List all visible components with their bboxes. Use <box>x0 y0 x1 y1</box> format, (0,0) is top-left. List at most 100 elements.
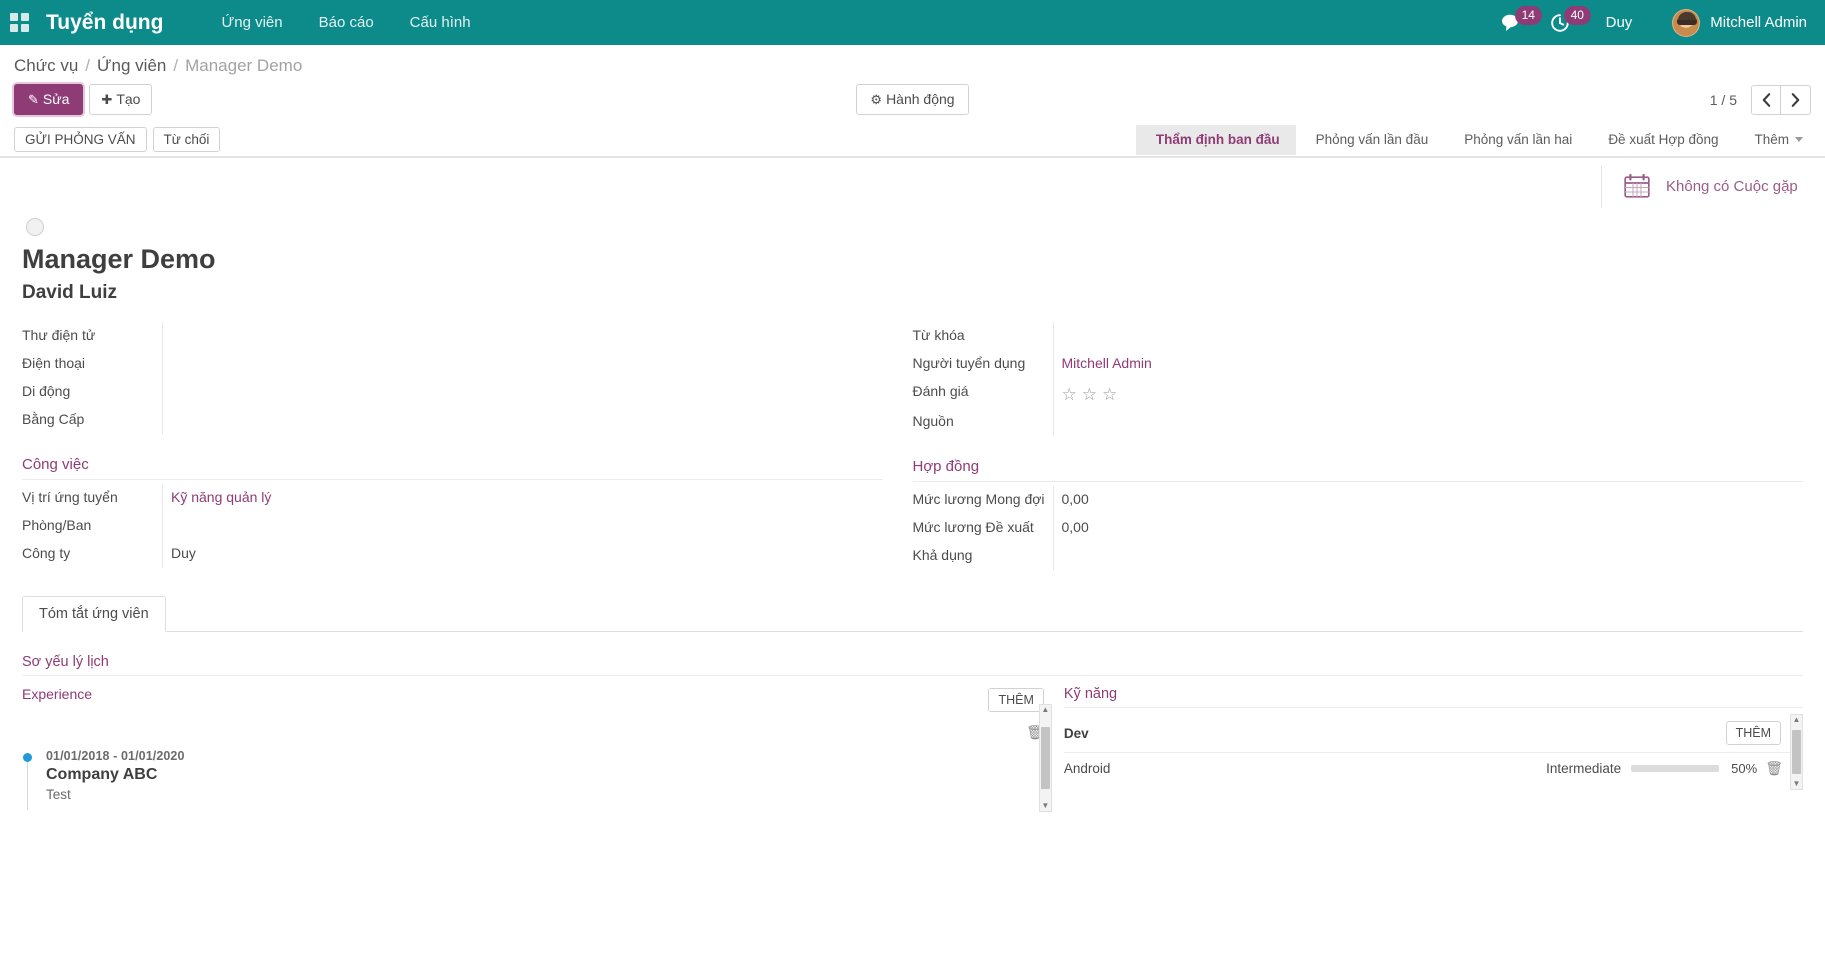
breadcrumb-separator: / <box>85 56 90 76</box>
field-label: Bằng Cấp <box>22 406 162 432</box>
pager-previous-button[interactable] <box>1751 85 1781 115</box>
field-value[interactable]: Kỹ năng quản lý <box>162 484 883 512</box>
resume-columns: Experience THÊM 🗑 01/01/2018 - 01/01/202… <box>22 686 1803 802</box>
pager-next-button[interactable] <box>1781 85 1811 115</box>
create-button-label: Tạo <box>116 91 140 107</box>
list-item[interactable]: 01/01/2018 - 01/01/2020 Company ABC Test <box>46 749 1044 802</box>
menu-item-ung-vien[interactable]: Ứng viên <box>203 0 300 45</box>
form-sheet: Manager Demo David Luiz Thư điện tử Điện… <box>0 218 1825 802</box>
page-title: Manager Demo <box>22 242 1803 276</box>
breadcrumb-item-current: Manager Demo <box>185 56 302 76</box>
action-menu-button[interactable]: ⚙ Hành động <box>856 84 968 115</box>
tab-tom-tat-ung-vien[interactable]: Tóm tắt ứng viên <box>22 596 166 632</box>
field-department: Phòng/Ban <box>22 512 883 540</box>
stage-phong-van-lan-dau[interactable]: Phỏng vấn lần đầu <box>1296 125 1445 155</box>
experience-scrollbar[interactable]: ▲ ▼ <box>1039 704 1052 812</box>
messages-menu[interactable]: 14 <box>1487 0 1536 45</box>
breadcrumb-item-ung-vien[interactable]: Ứng viên <box>97 56 166 76</box>
stage-tham-dinh-ban-dau[interactable]: Thẩm định ban đầu <box>1136 125 1296 155</box>
field-value[interactable]: Mitchell Admin <box>1053 350 1804 378</box>
experience-timeline: 01/01/2018 - 01/01/2020 Company ABC Test <box>22 749 1044 802</box>
send-interview-button[interactable]: GỬI PHỎNG VẤN <box>14 127 147 152</box>
edit-button-label: Sửa <box>43 91 70 107</box>
scroll-up-icon[interactable]: ▲ <box>1041 705 1049 715</box>
user-menu[interactable]: Mitchell Admin <box>1654 9 1811 37</box>
field-degree: Bằng Cấp <box>22 406 883 434</box>
activities-counter: 40 <box>1564 6 1591 25</box>
field-label: Từ khóa <box>913 322 1053 348</box>
action-menu-label: Hành động <box>886 91 955 107</box>
record-avatar-placeholder[interactable] <box>26 218 44 236</box>
database-name[interactable]: Duy <box>1584 14 1655 31</box>
field-label: Nguồn <box>913 408 1053 434</box>
scrollbar-thumb[interactable] <box>1041 727 1050 789</box>
field-source: Nguồn <box>913 408 1804 436</box>
skill-type-label: Dev <box>1064 726 1089 741</box>
field-label: Người tuyển dụng <box>913 350 1053 376</box>
user-name-label: Mitchell Admin <box>1710 14 1807 31</box>
menu-item-bao-cao[interactable]: Báo cáo <box>301 0 392 45</box>
create-button[interactable]: ✚Tạo <box>89 84 152 115</box>
field-value[interactable] <box>1053 542 1804 570</box>
control-panel: Chức vụ / Ứng viên / Manager Demo ✎Sửa ✚… <box>0 45 1825 158</box>
notebook-tabs: Tóm tắt ứng viên <box>22 596 1803 632</box>
field-value[interactable] <box>1053 408 1804 436</box>
star-icon[interactable]: ☆ <box>1062 386 1077 403</box>
field-value[interactable]: 0,00 <box>1053 486 1804 514</box>
field-label: Điện thoại <box>22 350 162 376</box>
stat-button-box: Không có Cuộc gặp <box>0 158 1825 208</box>
group-title-contract: Hợp đồng <box>913 452 1804 482</box>
top-navbar: Tuyển dụng Ứng viên Báo cáo Cấu hình 14 … <box>0 0 1825 45</box>
field-value[interactable]: Duy <box>162 540 883 568</box>
skills-add-button[interactable]: THÊM <box>1726 721 1781 745</box>
field-phone: Điện thoại <box>22 350 883 378</box>
stage-more-dropdown[interactable]: Thêm <box>1734 125 1811 155</box>
field-availability: Khả dụng <box>913 542 1804 570</box>
skill-percent: 50% <box>1731 761 1757 776</box>
experience-name: Company ABC <box>46 766 1044 784</box>
refuse-button[interactable]: Từ chối <box>153 127 221 152</box>
field-value[interactable] <box>162 512 883 540</box>
pager-count: 1 / 5 <box>1710 92 1737 108</box>
scroll-down-icon[interactable]: ▼ <box>1041 801 1049 811</box>
gear-icon: ⚙ <box>870 92 882 107</box>
field-value[interactable] <box>162 378 883 406</box>
notebook-page-resume: Sơ yếu lý lịch Experience THÊM 🗑 <box>22 632 1803 802</box>
pencil-icon: ✎ <box>28 92 39 107</box>
edit-button[interactable]: ✎ Sửa <box>14 84 83 115</box>
scroll-down-icon[interactable]: ▼ <box>1793 779 1801 789</box>
field-label: Thư điện tử <box>22 322 162 348</box>
star-icon[interactable]: ☆ <box>1082 386 1097 403</box>
field-value[interactable] <box>162 406 883 434</box>
activities-menu[interactable]: 40 <box>1536 0 1584 45</box>
experience-add-button[interactable]: THÊM <box>988 688 1043 712</box>
experience-panel: Experience THÊM 🗑 01/01/2018 - 01/01/202… <box>22 686 1064 802</box>
form-left-column: Thư điện tử Điện thoại Di động Bằng Cấp … <box>22 322 913 570</box>
stage-de-xuat-hop-dong[interactable]: Đề xuất Hợp đồng <box>1588 125 1734 155</box>
meetings-stat-button[interactable]: Không có Cuộc gặp <box>1601 166 1811 208</box>
field-value[interactable]: 0,00 <box>1053 514 1804 542</box>
form-sheet-wrapper: Không có Cuộc gặp Manager Demo David Lui… <box>0 158 1825 802</box>
field-expected-salary: Mức lương Mong đợi 0,00 <box>913 486 1804 514</box>
skills-scrollbar[interactable]: ▲ ▼ <box>1790 714 1803 790</box>
skill-level: Intermediate <box>1546 761 1621 776</box>
field-value[interactable] <box>1053 322 1804 350</box>
field-value[interactable] <box>162 322 883 350</box>
star-icon[interactable]: ☆ <box>1102 386 1117 403</box>
chevron-down-icon <box>1795 137 1803 142</box>
field-value[interactable] <box>162 350 883 378</box>
table-row[interactable]: Android Intermediate 50% 🗑 <box>1064 753 1803 784</box>
apps-grid-icon[interactable] <box>10 13 30 33</box>
trash-icon[interactable]: 🗑 <box>1765 760 1783 777</box>
experience-header-row: Experience THÊM 🗑 <box>22 686 1044 741</box>
stage-phong-van-lan-hai[interactable]: Phỏng vấn lần hai <box>1444 125 1588 155</box>
stage-statusbar: Thẩm định ban đầu Phỏng vấn lần đầu Phỏn… <box>1136 125 1811 155</box>
scroll-up-icon[interactable]: ▲ <box>1793 715 1801 725</box>
field-email: Thư điện tử <box>22 322 883 350</box>
stage-more-label: Thêm <box>1754 132 1789 147</box>
experience-dates: 01/01/2018 - 01/01/2020 <box>46 749 1044 763</box>
field-label: Vị trí ứng tuyển <box>22 484 162 510</box>
scrollbar-thumb[interactable] <box>1792 730 1801 774</box>
breadcrumb-item-chuc-vu[interactable]: Chức vụ <box>14 56 78 76</box>
menu-item-cau-hinh[interactable]: Cấu hình <box>392 0 489 45</box>
